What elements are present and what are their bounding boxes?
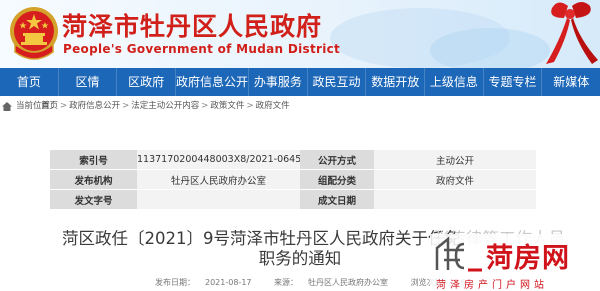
watermark-tagline: 菏泽房产门户网站 xyxy=(436,280,548,291)
table-row: 发布机构 牡丹区人民政府办公室 组配分类 政府文件 xyxy=(50,169,536,190)
watermark-name: 菏房网 xyxy=(486,243,570,274)
breadcrumb-item-gov-docs[interactable]: 政府文件 xyxy=(256,101,290,111)
nav-item-district-info[interactable]: 区情 xyxy=(59,68,118,96)
table-row: 索引号 1137170200448003X8/2021-06458 公开方式 主… xyxy=(50,150,536,170)
breadcrumb-separator: > xyxy=(201,101,209,111)
category-label: 组配分类 xyxy=(300,169,374,190)
table-row: 发文字号 成文日期 xyxy=(50,189,536,210)
national-emblem-icon[interactable] xyxy=(7,4,61,64)
publish-date-value: 2021-08-17 xyxy=(205,278,252,287)
breadcrumb: 当前位置： 首页 > 政府信息公开 > 法定主动公开内容 > 政策文件 > 政府文件 xyxy=(0,99,600,114)
index-number-value: 1137170200448003X8/2021-06458 xyxy=(137,150,300,170)
source-value: 牡丹区人民政府办公室 xyxy=(308,278,389,287)
source-label: 来源： xyxy=(274,278,299,287)
house-logo-icon xyxy=(435,236,482,272)
nav-item-home[interactable]: 首页 xyxy=(0,68,59,96)
nav-item-open-data[interactable]: 数据开放 xyxy=(366,68,426,96)
nav-item-interaction[interactable]: 政民互动 xyxy=(308,68,367,96)
disclosure-method-value: 主动公开 xyxy=(374,150,536,170)
nav-item-services[interactable]: 办事服务 xyxy=(249,68,308,96)
breadcrumb-separator: > xyxy=(60,101,68,111)
main-nav: 首页 区情 区政府 政府信息公开 办事服务 政民互动 数据开放 上级信息 专题专… xyxy=(0,68,600,96)
site-subtitle: People's Government of Mudan District xyxy=(63,42,341,56)
breadcrumb-item-statutory[interactable]: 法定主动公开内容 xyxy=(131,101,199,111)
publish-date-label: 发布日期： xyxy=(155,278,195,287)
breadcrumb-item-gov-info[interactable]: 政府信息公开 xyxy=(69,101,120,111)
disclosure-method-label: 公开方式 xyxy=(300,150,374,170)
breadcrumb-item-home[interactable]: 首页 xyxy=(41,101,58,111)
source: 来源： 牡丹区人民政府办公室 xyxy=(274,278,398,287)
breadcrumb-separator: > xyxy=(122,101,130,111)
publisher-value: 牡丹区人民政府办公室 xyxy=(137,169,300,190)
nav-item-topics[interactable]: 专题专栏 xyxy=(484,68,543,96)
nav-item-new-media[interactable]: 新媒体 xyxy=(542,68,600,96)
home-icon xyxy=(2,102,12,111)
nav-item-gov-info-disclosure[interactable]: 政府信息公开 xyxy=(176,68,250,96)
index-number-label: 索引号 xyxy=(50,150,137,170)
written-date-label: 成文日期 xyxy=(300,189,374,210)
nav-item-district-gov[interactable]: 区政府 xyxy=(117,68,177,96)
document-info-table: 索引号 1137170200448003X8/2021-06458 公开方式 主… xyxy=(50,150,536,210)
red-ribbon-icon xyxy=(546,2,598,64)
publisher-label: 发布机构 xyxy=(50,169,137,190)
publish-date: 发布日期： 2021-08-17 xyxy=(155,278,262,287)
document-number-label: 发文字号 xyxy=(50,189,137,210)
document-number-value xyxy=(137,189,300,210)
category-value: 政府文件 xyxy=(374,169,536,190)
breadcrumb-item-policy[interactable]: 政策文件 xyxy=(210,101,244,111)
written-date-value xyxy=(374,189,536,210)
breadcrumb-separator: > xyxy=(246,101,254,111)
site-title: 菏泽市牡丹区人民政府 xyxy=(62,12,323,41)
nav-item-superior-info[interactable]: 上级信息 xyxy=(425,68,484,96)
site-header: 菏泽市牡丹区人民政府 People's Government of Mudan … xyxy=(0,0,600,68)
header-cloud xyxy=(430,28,550,68)
watermark: 菏房网 菏泽房产门户网站 xyxy=(430,234,600,291)
